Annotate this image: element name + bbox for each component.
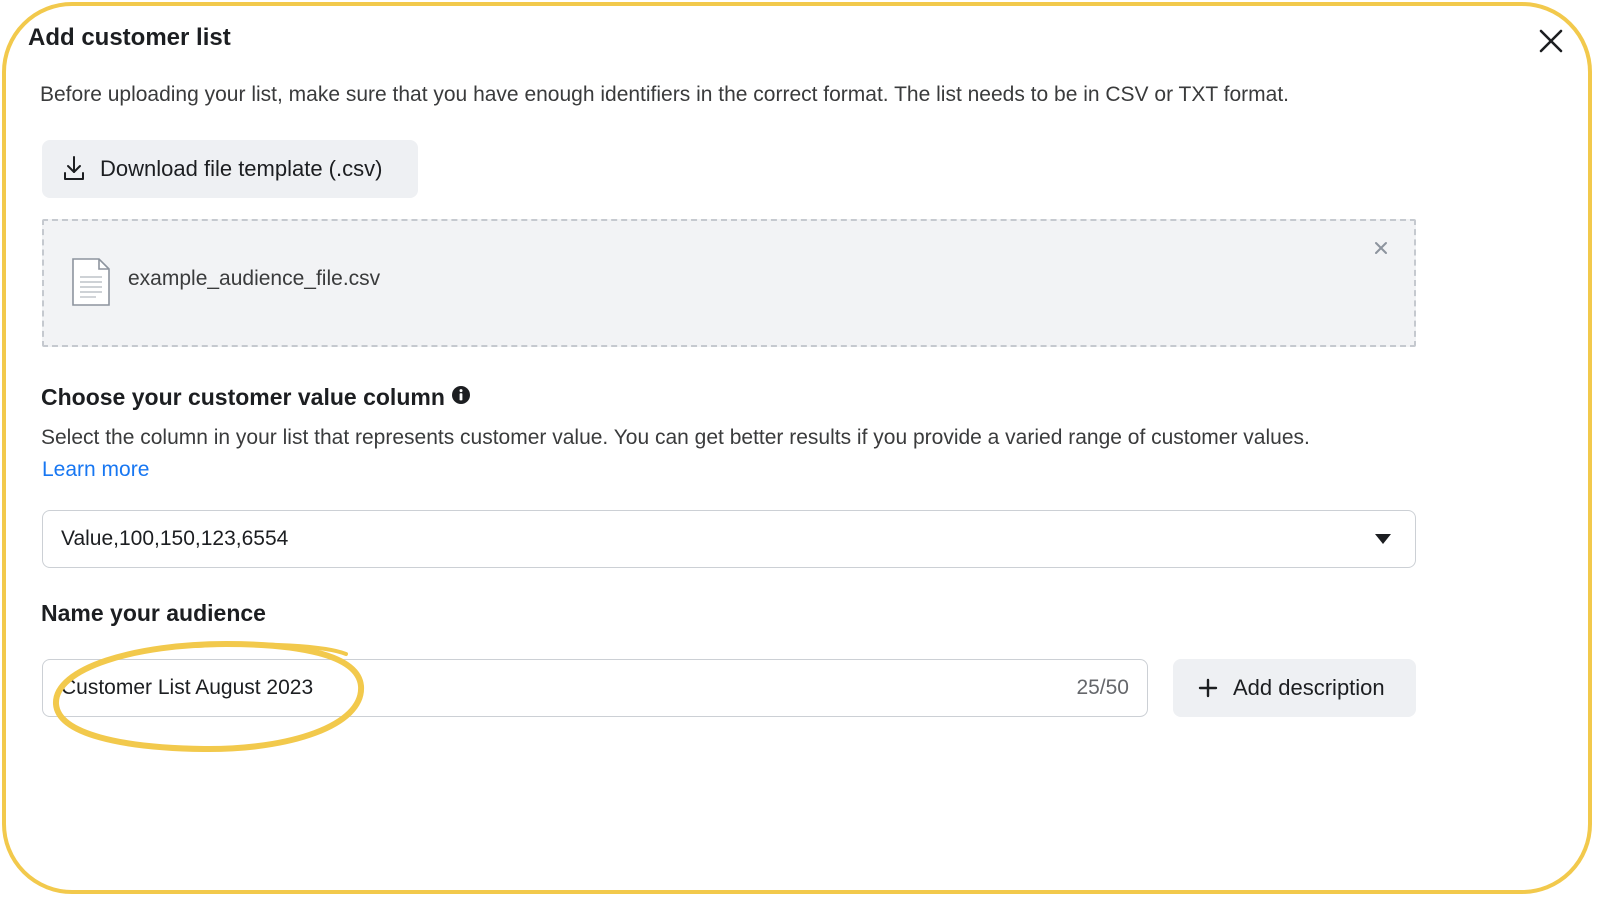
- download-icon: [64, 156, 84, 180]
- value-column-selected: Value,100,150,123,6554: [61, 527, 289, 550]
- audience-name-input[interactable]: Customer List August 2023 25/50: [42, 659, 1148, 717]
- value-column-description: Select the column in your list that repr…: [41, 426, 1310, 449]
- chevron-down-icon: [1373, 532, 1393, 551]
- audience-name-heading: Name your audience: [41, 600, 266, 626]
- learn-more-link[interactable]: Learn more: [42, 458, 149, 482]
- add-description-button[interactable]: Add description: [1173, 659, 1416, 717]
- info-icon[interactable]: [451, 384, 471, 411]
- download-template-label: Download file template (.csv): [100, 156, 383, 181]
- file-upload-area[interactable]: example_audience_file.csv: [42, 219, 1416, 347]
- value-column-select[interactable]: Value,100,150,123,6554: [42, 510, 1416, 568]
- uploaded-file-name: example_audience_file.csv: [128, 267, 381, 290]
- dialog: Add customer list Before uploading your …: [2, 2, 1592, 894]
- character-counter: 25/50: [1076, 676, 1129, 699]
- intro-text: Before uploading your list, make sure th…: [40, 83, 1289, 106]
- add-description-label: Add description: [1233, 675, 1385, 700]
- close-button[interactable]: [1536, 26, 1566, 56]
- remove-file-icon: [1375, 242, 1387, 254]
- file-icon: [70, 257, 112, 312]
- audience-name-value: Customer List August 2023: [61, 676, 314, 699]
- value-column-heading: Choose your customer value column: [41, 384, 471, 411]
- value-column-heading-text: Choose your customer value column: [41, 384, 445, 410]
- download-template-button[interactable]: Download file template (.csv): [42, 140, 418, 198]
- plus-icon: [1198, 678, 1218, 698]
- dialog-title: Add customer list: [28, 24, 231, 51]
- close-icon: [1539, 29, 1563, 53]
- remove-file-button[interactable]: [1372, 239, 1390, 257]
